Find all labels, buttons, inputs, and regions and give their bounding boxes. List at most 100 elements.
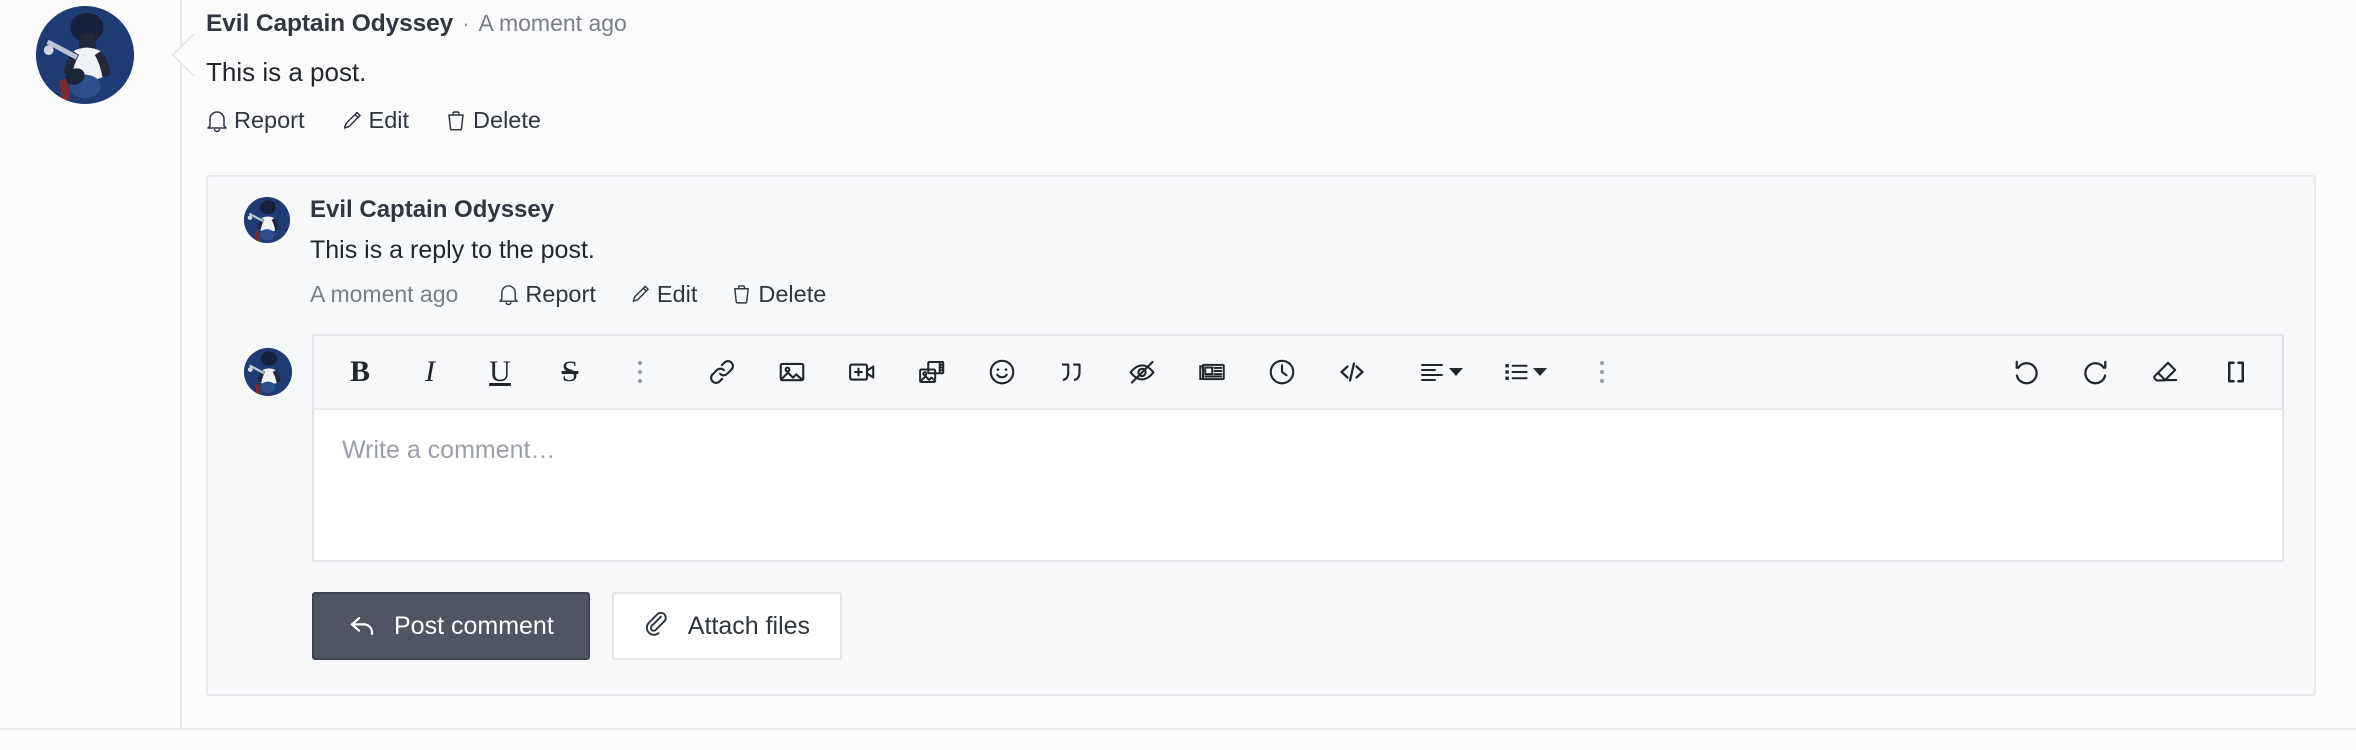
attach-files-label: Attach files: [687, 611, 811, 640]
post-edit-label: Edit: [368, 107, 410, 133]
post-author[interactable]: Evil Captain Odyssey: [206, 9, 453, 39]
reply-author[interactable]: Evil Captain Odyssey: [310, 195, 2314, 225]
pencil-icon: [341, 109, 363, 133]
reply: Evil Captain Odyssey This is a reply to …: [208, 195, 2314, 308]
quote-icon: [1057, 357, 1087, 387]
post-edit-button[interactable]: Edit: [341, 107, 410, 134]
code-icon: [1337, 357, 1367, 387]
thread-bottom-divider: [0, 728, 2356, 730]
toolbar-history-group: [2002, 348, 2260, 396]
post-timestamp: A moment ago: [478, 10, 627, 36]
news-icon: [1197, 357, 1227, 387]
bell-icon: [498, 283, 519, 306]
bold-button[interactable]: B: [336, 348, 384, 396]
brackets-icon: [2221, 357, 2251, 387]
thread-left-rail: [0, 0, 182, 728]
link-button[interactable]: [698, 348, 746, 396]
image-button[interactable]: [768, 348, 816, 396]
chevron-down-icon: [1448, 367, 1463, 377]
italic-glyph: I: [425, 355, 435, 388]
post-comment-label: Post comment: [394, 611, 554, 640]
vertical-dots-icon: [636, 358, 644, 386]
spoiler-button[interactable]: [1118, 348, 1166, 396]
redo-icon: [2081, 357, 2111, 387]
align-dropdown[interactable]: [1410, 348, 1472, 396]
post-report-button[interactable]: Report: [206, 107, 305, 134]
add-video-icon: [847, 357, 877, 387]
vertical-dots-icon: [1598, 358, 1606, 386]
source-button[interactable]: [2212, 348, 2260, 396]
reply-report-button[interactable]: Report: [498, 281, 596, 308]
media-gallery-icon: [917, 357, 947, 387]
link-icon: [707, 357, 737, 387]
quote-button[interactable]: [1048, 348, 1096, 396]
editor-avatar: [244, 348, 292, 396]
avatar-illustration: [36, 6, 134, 104]
strikethrough-glyph: S: [561, 355, 579, 388]
post: Evil Captain Odyssey · A moment ago This…: [206, 8, 2316, 134]
strikethrough-button[interactable]: S: [546, 348, 594, 396]
post-actions: Report Edit Delete: [206, 107, 2316, 134]
eye-off-icon: [1127, 357, 1157, 387]
underline-glyph: U: [489, 355, 511, 388]
comment-input[interactable]: Write a comment…: [314, 410, 2282, 560]
image-icon: [777, 357, 807, 387]
avatar-illustration: [244, 348, 292, 396]
reply-report-label: Report: [525, 281, 596, 307]
post-delete-label: Delete: [473, 107, 541, 133]
clock-icon: [1267, 357, 1297, 387]
reply-body: This is a reply to the post.: [310, 236, 595, 264]
paperclip-icon: [644, 612, 672, 640]
post-header: Evil Captain Odyssey · A moment ago: [206, 8, 2316, 39]
code-button[interactable]: [1328, 348, 1376, 396]
video-button[interactable]: [838, 348, 886, 396]
redo-button[interactable]: [2072, 348, 2120, 396]
comment-placeholder: Write a comment…: [342, 436, 556, 464]
reply-actions: A moment ago Report Edit Delete: [310, 281, 2314, 308]
more-options-button[interactable]: [1578, 348, 1626, 396]
article-button[interactable]: [1188, 348, 1236, 396]
reply-card: Evil Captain Odyssey This is a reply to …: [206, 175, 2316, 696]
toolbar-block-group: [1410, 348, 1626, 396]
editor-buttons: Post comment Attach files: [312, 592, 2284, 660]
clear-formatting-button[interactable]: [2142, 348, 2190, 396]
undo-button[interactable]: [2002, 348, 2050, 396]
post-caret: [172, 34, 198, 76]
avatar-illustration: [244, 197, 290, 243]
bold-glyph: B: [349, 355, 370, 388]
eraser-icon: [2151, 357, 2181, 387]
trash-icon: [445, 109, 467, 133]
reply-edit-label: Edit: [656, 281, 698, 307]
gallery-button[interactable]: [908, 348, 956, 396]
reply-timestamp: A moment ago: [310, 281, 459, 307]
toolbar-format-group: B I U S: [336, 348, 664, 396]
timestamp-button[interactable]: [1258, 348, 1306, 396]
toolbar-insert-group: [698, 348, 1376, 396]
editor-box: B I U S Write a comment…: [312, 334, 2284, 562]
reply-avatar[interactable]: [244, 197, 290, 243]
emoji-button[interactable]: [978, 348, 1026, 396]
reply-delete-button[interactable]: Delete: [731, 281, 826, 308]
post-delete-button[interactable]: Delete: [445, 107, 541, 134]
more-formatting-button[interactable]: [616, 348, 664, 396]
underline-button[interactable]: U: [476, 348, 524, 396]
editor-toolbar: B I U S: [314, 336, 2282, 410]
bell-icon: [206, 109, 228, 133]
reply-arrow-icon: [348, 612, 378, 640]
pencil-icon: [630, 283, 651, 306]
reply-edit-button[interactable]: Edit: [630, 281, 698, 308]
comment-editor: B I U S Write a comment… Post comment At…: [208, 308, 2314, 694]
post-thread: Evil Captain Odyssey · A moment ago This…: [0, 0, 2356, 750]
post-report-label: Report: [234, 107, 305, 133]
attach-files-button[interactable]: Attach files: [611, 592, 843, 660]
undo-icon: [2011, 357, 2041, 387]
reply-delete-label: Delete: [758, 281, 827, 307]
list-dropdown[interactable]: [1494, 348, 1556, 396]
smiley-icon: [987, 357, 1017, 387]
post-comment-button[interactable]: Post comment: [312, 592, 590, 660]
italic-button[interactable]: I: [406, 348, 454, 396]
bulleted-list-icon: [1504, 361, 1530, 383]
trash-icon: [731, 283, 752, 306]
chevron-down-icon: [1532, 367, 1547, 377]
avatar[interactable]: [36, 6, 134, 104]
